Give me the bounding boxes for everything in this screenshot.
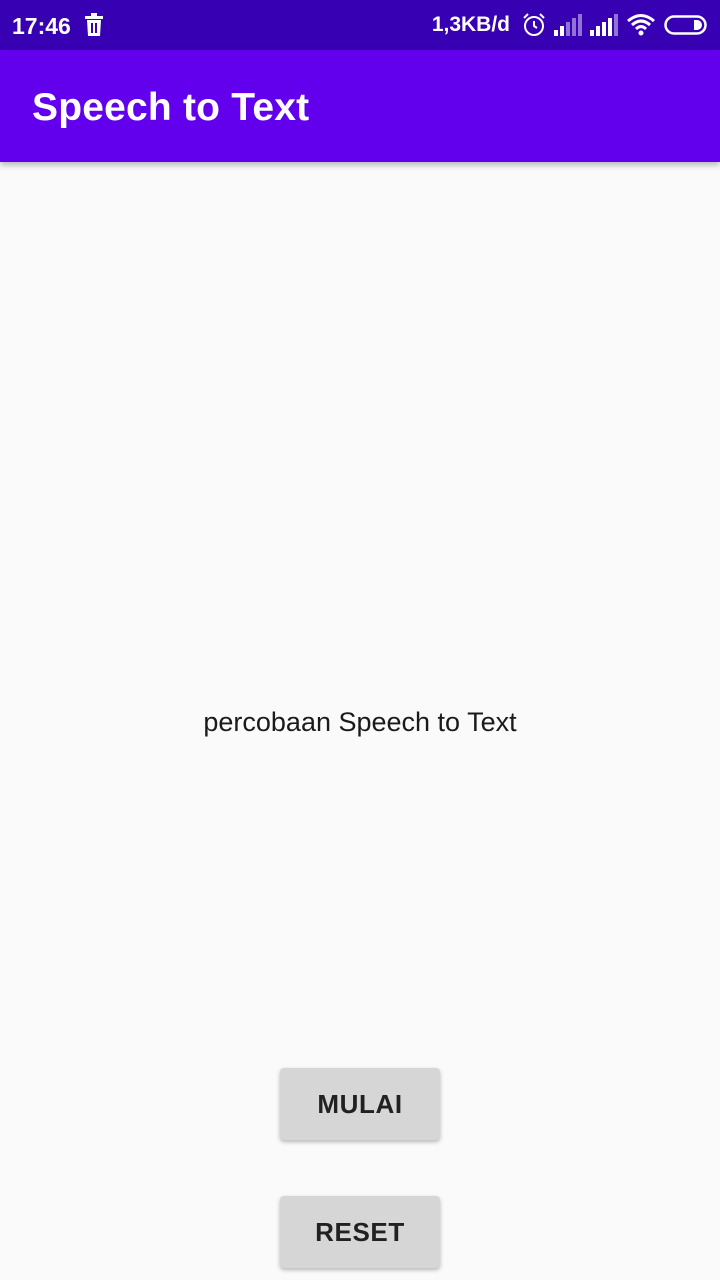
- wifi-icon: [627, 14, 655, 36]
- start-button[interactable]: MULAI: [280, 1068, 440, 1140]
- status-icons: 1,3KB/d: [432, 11, 710, 39]
- app-title: Speech to Text: [32, 86, 310, 129]
- reset-button[interactable]: RESET: [280, 1196, 440, 1268]
- battery-icon: [664, 15, 707, 35]
- signal-icon: [554, 14, 582, 36]
- status-time: 17:46: [12, 13, 71, 39]
- app-bar: Speech to Text: [0, 50, 720, 162]
- trash-icon: [85, 13, 103, 36]
- status-bar: 17:46 1,3KB/d: [0, 0, 720, 50]
- network-speed: 1,3KB/d: [431, 13, 510, 36]
- speech-result-text: percobaan Speech to Text: [203, 707, 517, 737]
- signal-icon: [590, 14, 618, 36]
- alarm-icon: [523, 13, 545, 36]
